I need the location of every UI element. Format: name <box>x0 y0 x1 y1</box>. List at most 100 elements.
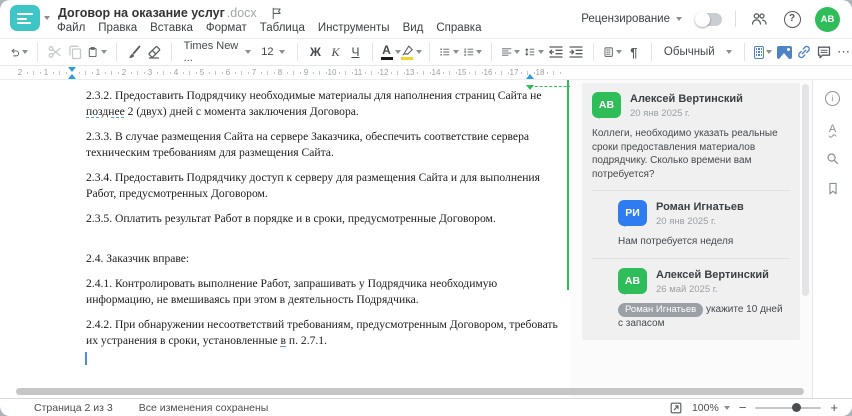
comment-reply[interactable]: РИ Роман Игнатьев 20 янв 2025 г. Нам потреб… <box>618 200 790 249</box>
menu-item-5[interactable]: Инструменты <box>318 22 390 37</box>
document-extension: .docx <box>226 6 257 20</box>
numbered-list-caret-icon[interactable] <box>475 50 482 54</box>
fit-page-icon[interactable] <box>669 401 683 415</box>
comment-reply[interactable]: АВ Алексей Вертинский 26 май 2025 г. Роман … <box>618 267 790 331</box>
table-icon <box>753 45 765 59</box>
font-name-select[interactable]: Times New ... <box>181 40 255 64</box>
page-indicator[interactable]: Страница 2 из 3 <box>34 402 113 414</box>
decrease-indent-button[interactable] <box>548 41 564 63</box>
menu-item-1[interactable]: Правка <box>98 22 137 37</box>
paragraph-style-select[interactable]: Обычный <box>661 46 735 58</box>
comment-text: Коллеги, необходимо указать реальные сро… <box>592 128 778 180</box>
ruler-number: 2 <box>17 68 23 77</box>
active-comment-line <box>567 80 569 290</box>
insert-link-button[interactable] <box>796 41 812 63</box>
zoom-in-button[interactable]: + <box>830 401 838 414</box>
menu-item-6[interactable]: Вид <box>403 22 424 37</box>
paste-button[interactable] <box>87 41 107 63</box>
user-avatar[interactable]: АВ <box>815 6 840 32</box>
menu-item-3[interactable]: Формат <box>206 22 247 37</box>
ruler-number: 16 <box>483 68 493 77</box>
style-value: Обычный <box>663 46 715 58</box>
undo-button[interactable] <box>9 41 29 63</box>
comment-text: Роман Игнатьев укажите 10 дней с запасом <box>618 302 783 329</box>
zoom-caret-icon <box>723 405 730 410</box>
line-spacing-button[interactable] <box>524 41 544 63</box>
align-button[interactable] <box>501 41 521 63</box>
highlight-caret-icon[interactable] <box>416 50 423 54</box>
bookmark-icon[interactable] <box>822 179 844 198</box>
review-toggle[interactable] <box>695 11 722 27</box>
indent-marker[interactable] <box>67 67 76 72</box>
indent-marker[interactable] <box>67 74 76 79</box>
align-caret-icon[interactable] <box>514 50 521 54</box>
underline-button[interactable]: Ч <box>347 41 363 63</box>
font-size-select[interactable]: 12 <box>258 46 288 58</box>
highlight-color-button[interactable] <box>401 41 423 63</box>
bold-button[interactable]: Ж <box>307 41 323 63</box>
insert-table-button[interactable] <box>753 41 773 63</box>
horizontal-scrollbar[interactable] <box>16 388 804 395</box>
search-icon[interactable] <box>822 149 844 168</box>
zoom-out-button[interactable]: − <box>739 401 747 414</box>
ruler-number: 17 <box>509 68 519 77</box>
horizontal-ruler[interactable]: 2 1 1 2 3 4 5 6 7 8 9 10 11 12 13 14 15 16 17 18 <box>0 66 852 80</box>
toolbar-more-button[interactable]: ⋯ <box>836 41 852 63</box>
cut-button[interactable] <box>47 41 63 63</box>
copy-button[interactable] <box>67 41 83 63</box>
menu-item-7[interactable]: Справка <box>436 22 481 37</box>
toolbar: Times New ... 12 Ж К Ч А ¶ Обычный ⋯ <box>0 38 852 66</box>
line-spacing-caret-icon[interactable] <box>537 50 544 54</box>
header-right: Рецензирование ? АВ <box>581 0 840 38</box>
comment-date: 20 янв 2025 г. <box>656 216 717 227</box>
insert-table-caret-icon[interactable] <box>766 50 773 54</box>
collaboration-users-icon[interactable] <box>749 9 769 29</box>
numbered-list-button[interactable] <box>463 41 482 63</box>
zoom-level-select[interactable]: 100% <box>692 402 730 414</box>
insert-image-button[interactable] <box>776 41 792 63</box>
mention-chip[interactable]: Роман Игнатьев <box>618 302 704 317</box>
font-color-button[interactable]: А <box>380 41 401 63</box>
favorite-flag-icon[interactable] <box>270 6 283 21</box>
page-layout-button[interactable] <box>603 41 622 63</box>
ruler-number: 4 <box>173 68 179 77</box>
app-logo-icon[interactable] <box>10 5 40 31</box>
undo-caret-icon[interactable] <box>22 50 29 54</box>
show-paragraph-marks-button[interactable]: ¶ <box>626 41 642 63</box>
comment-divider <box>592 257 790 259</box>
review-mode-caret-icon <box>676 17 682 21</box>
bullet-list-caret-icon[interactable] <box>452 50 459 54</box>
paragraph-5: 2.4.1. Контролировать выполнение Работ, … <box>86 277 498 306</box>
paragraph-6: 2.4.2. При обнаружении несоответствий тр… <box>86 318 558 347</box>
content-area: 2.3.2. Предоставить Подрядчику необходим… <box>0 80 852 398</box>
help-icon[interactable]: ? <box>782 9 802 29</box>
ruler-number: 13 <box>405 68 415 77</box>
ruler-number: 14 <box>431 68 441 77</box>
page-layout-caret-icon[interactable] <box>615 50 622 54</box>
bullet-list-button[interactable] <box>439 41 459 63</box>
logo-menu-caret-icon[interactable] <box>44 16 50 20</box>
ruler-number: 7 <box>251 68 257 77</box>
menu-item-2[interactable]: Вставка <box>150 22 193 37</box>
comments-scrollbar[interactable] <box>802 84 809 296</box>
comment-thread[interactable]: АВ Алексей Вертинский 20 янв 2025 г. Коллег… <box>582 83 800 340</box>
comment-date: 26 май 2025 г. <box>656 283 718 295</box>
about-info-icon[interactable]: i <box>822 89 844 108</box>
zoom-slider[interactable] <box>755 403 822 412</box>
menu-item-4[interactable]: Таблица <box>260 22 305 37</box>
spellcheck-icon[interactable]: А <box>822 119 844 138</box>
indent-marker[interactable] <box>525 74 534 79</box>
italic-button[interactable]: К <box>327 41 343 63</box>
comment-avatar: АВ <box>592 92 621 119</box>
insert-comment-button[interactable] <box>816 41 832 63</box>
document-page[interactable]: 2.3.2. Предоставить Подрядчику необходим… <box>14 80 581 398</box>
document-text[interactable]: 2.3.2. Предоставить Подрядчику необходим… <box>86 88 566 358</box>
comment-root[interactable]: АВ Алексей Вертинский 20 янв 2025 г. Коллег… <box>592 92 790 181</box>
increase-indent-button[interactable] <box>568 41 584 63</box>
format-painter-button[interactable] <box>126 41 142 63</box>
ruler-number: 8 <box>277 68 283 77</box>
menu-item-0[interactable]: Файл <box>57 22 85 37</box>
clear-style-button[interactable] <box>146 41 162 63</box>
paste-caret-icon[interactable] <box>100 50 107 54</box>
review-mode-control[interactable]: Рецензирование <box>581 13 682 25</box>
